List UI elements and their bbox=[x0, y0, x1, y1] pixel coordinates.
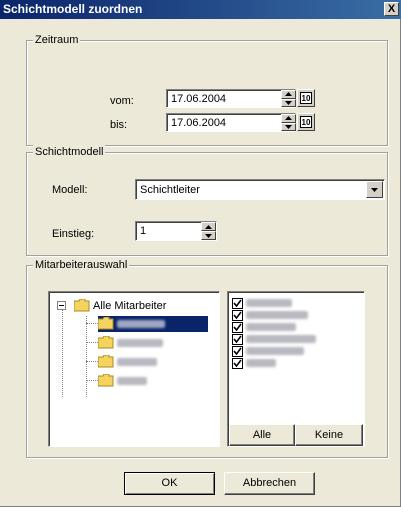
redacted-text bbox=[117, 320, 165, 328]
tree-line bbox=[62, 309, 63, 397]
mitarbeiter-legend: Mitarbeiterauswahl bbox=[33, 258, 130, 272]
bis-date-field[interactable]: 17.06.2004 bbox=[166, 113, 296, 132]
employee-checklist[interactable]: Alle Keine bbox=[227, 291, 365, 447]
vom-label: vom: bbox=[110, 95, 134, 107]
ok-button[interactable]: OK bbox=[124, 472, 215, 495]
calendar-icon: 10 bbox=[300, 92, 312, 104]
spin-up-arrow-icon[interactable] bbox=[281, 114, 296, 123]
bis-calendar-button[interactable]: 10 bbox=[297, 113, 315, 131]
spin-down-arrow-icon[interactable] bbox=[281, 98, 296, 107]
vom-calendar-button[interactable]: 10 bbox=[297, 89, 315, 107]
redacted-text bbox=[246, 323, 296, 331]
spin-up-arrow-icon[interactable] bbox=[201, 222, 216, 231]
spin-down-arrow-icon[interactable] bbox=[201, 231, 216, 240]
spin-up-arrow-icon[interactable] bbox=[281, 90, 296, 99]
einstieg-spinner[interactable] bbox=[201, 222, 216, 240]
cancel-button[interactable]: Abbrechen bbox=[224, 472, 315, 495]
folder-icon bbox=[98, 355, 114, 368]
tree-root-label: Alle Mitarbeiter bbox=[93, 300, 167, 312]
tree-line bbox=[86, 316, 87, 397]
bis-date-spinner[interactable] bbox=[281, 114, 296, 131]
tree-line bbox=[86, 342, 98, 343]
bis-label: bis: bbox=[110, 119, 128, 131]
select-all-button[interactable]: Alle bbox=[229, 424, 295, 446]
checkbox-checked-icon[interactable] bbox=[232, 334, 243, 345]
dialog-window: Schichtmodell zuordnen X Zeitraum vom: 1… bbox=[0, 0, 401, 507]
calendar-icon: 10 bbox=[300, 116, 312, 128]
checkbox-checked-icon[interactable] bbox=[232, 310, 243, 321]
zeitraum-legend: Zeitraum bbox=[33, 33, 81, 47]
redacted-text bbox=[246, 311, 308, 319]
window-title: Schichtmodell zuordnen bbox=[3, 2, 143, 16]
folder-icon bbox=[98, 336, 114, 349]
checkbox-checked-icon[interactable] bbox=[232, 322, 243, 333]
checkbox-checked-icon[interactable] bbox=[232, 298, 243, 309]
schichtmodell-legend: Schichtmodell bbox=[33, 145, 106, 159]
redacted-text bbox=[246, 347, 304, 355]
spin-down-arrow-icon[interactable] bbox=[281, 122, 296, 131]
vom-date-value: 17.06.2004 bbox=[171, 93, 227, 105]
select-none-button[interactable]: Keine bbox=[295, 424, 363, 446]
dropdown-arrow-icon[interactable] bbox=[366, 181, 383, 198]
tree-item-selected[interactable] bbox=[98, 316, 208, 332]
modell-dropdown[interactable]: Schichtleiter bbox=[135, 179, 385, 200]
einstieg-value: 1 bbox=[140, 225, 147, 237]
employee-tree[interactable]: Alle Mitarbeiter bbox=[48, 291, 220, 447]
close-icon: X bbox=[387, 3, 396, 15]
folder-icon bbox=[98, 374, 114, 387]
redacted-text bbox=[117, 377, 147, 385]
tree-line bbox=[86, 380, 98, 381]
tree-line bbox=[86, 361, 98, 362]
vom-date-field[interactable]: 17.06.2004 bbox=[166, 89, 296, 108]
vom-date-spinner[interactable] bbox=[281, 90, 296, 107]
einstieg-label: Einstieg: bbox=[52, 228, 95, 240]
checkbox-checked-icon[interactable] bbox=[232, 358, 243, 369]
bis-date-value: 17.06.2004 bbox=[171, 117, 227, 129]
folder-icon bbox=[74, 299, 90, 312]
folder-icon bbox=[98, 317, 114, 330]
modell-label: Modell: bbox=[52, 184, 88, 196]
modell-value: Schichtleiter bbox=[140, 184, 200, 196]
tree-collapse-icon[interactable] bbox=[57, 301, 66, 310]
redacted-text bbox=[117, 358, 157, 366]
checkbox-checked-icon[interactable] bbox=[232, 346, 243, 357]
tree-line bbox=[86, 323, 98, 324]
redacted-text bbox=[117, 339, 163, 347]
redacted-text bbox=[246, 335, 316, 343]
redacted-text bbox=[246, 359, 276, 367]
title-bar: Schichtmodell zuordnen X bbox=[0, 0, 401, 19]
close-button[interactable]: X bbox=[384, 2, 399, 16]
redacted-text bbox=[246, 299, 292, 307]
